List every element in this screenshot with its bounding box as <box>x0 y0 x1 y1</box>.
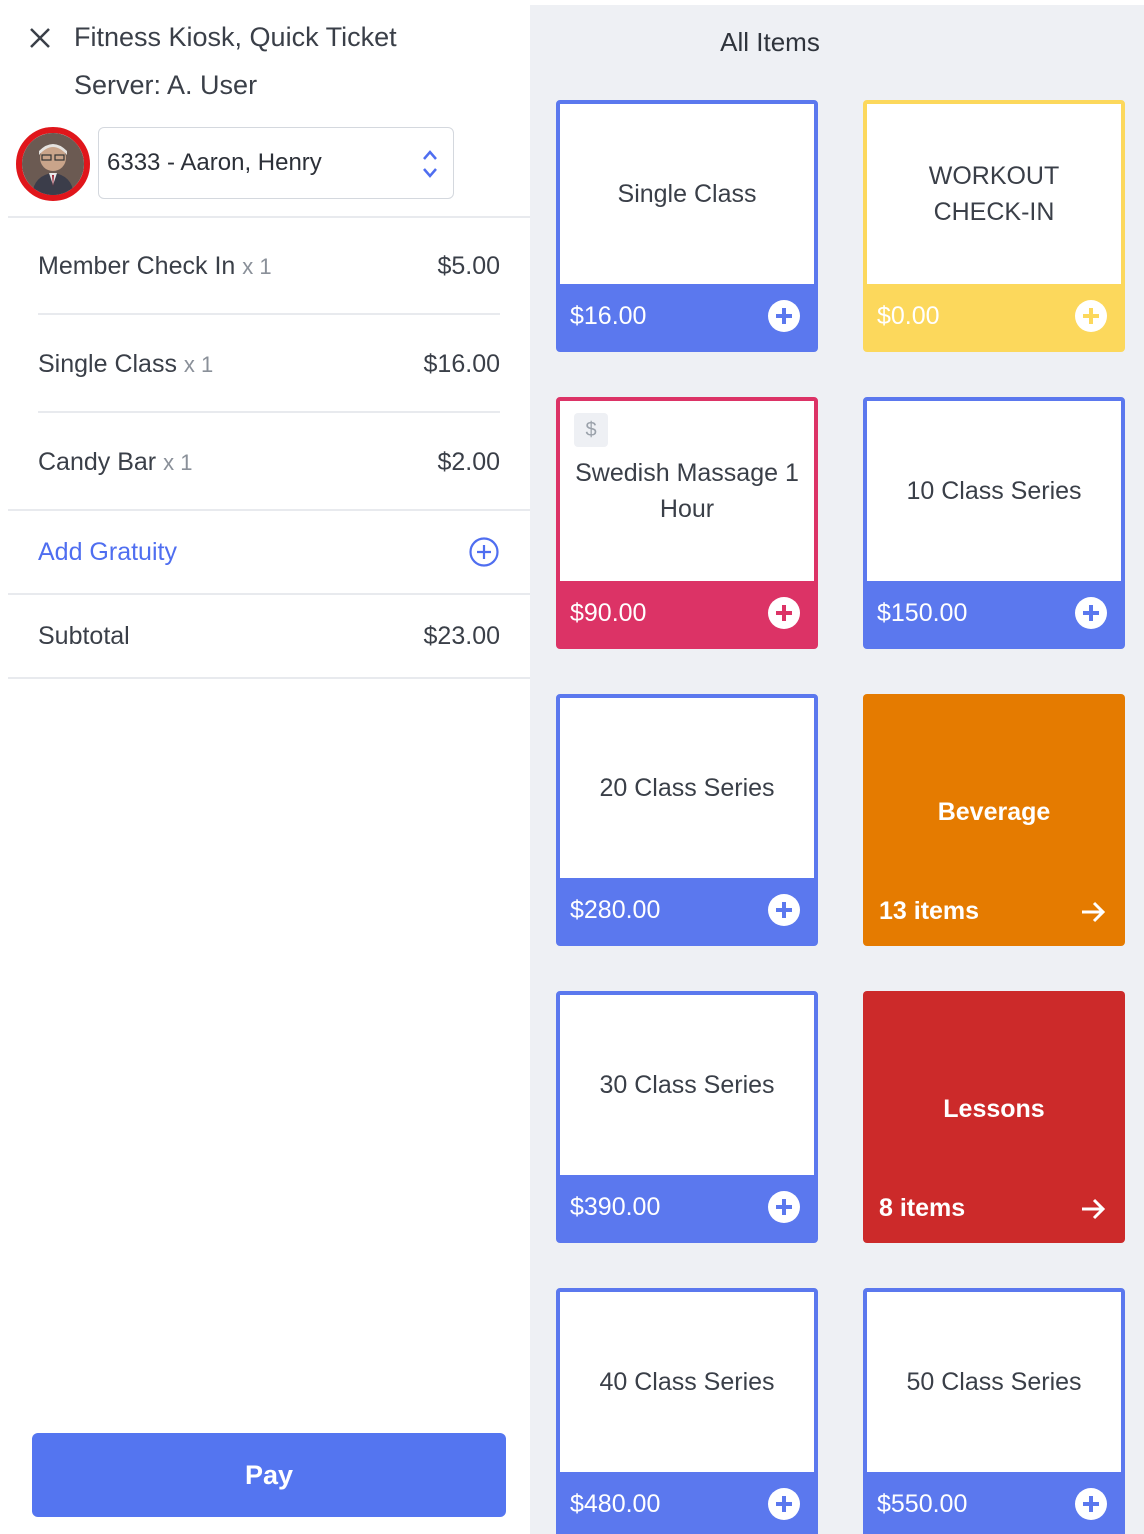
ticket-line-item[interactable]: Candy Bar x 1 $2.00 <box>38 442 500 482</box>
item-price-bar: $480.00 <box>560 1472 814 1534</box>
line-item-price: $5.00 <box>437 251 500 280</box>
pay-button[interactable]: Pay <box>32 1433 506 1517</box>
ticket-panel: Fitness Kiosk, Quick Ticket Server: A. U… <box>0 0 530 1534</box>
server-label: Server: A. User <box>74 70 258 100</box>
item-name: 10 Class Series <box>906 477 1082 505</box>
arrow-right-icon <box>1082 901 1106 923</box>
up-down-chevron-icon <box>423 150 437 178</box>
member-select-value: 6333 - Aaron, Henry <box>107 149 322 176</box>
arrow-right-icon <box>1082 1198 1106 1220</box>
line-item-qty: x 1 <box>242 253 272 279</box>
add-plus-icon[interactable] <box>768 1191 800 1223</box>
item-tile[interactable]: 50 Class Series $550.00 <box>863 1288 1125 1534</box>
item-price: $550.00 <box>877 1489 968 1518</box>
item-price: $150.00 <box>877 598 968 627</box>
add-gratuity-button[interactable]: Add Gratuity <box>38 532 500 572</box>
add-gratuity-label: Add Gratuity <box>38 537 177 566</box>
category-count: 13 items <box>879 897 980 925</box>
category-tile[interactable]: Beverage 13 items <box>863 694 1125 946</box>
subtotal-label: Subtotal <box>38 621 130 650</box>
catalog-panel: All Items Single Class $16.00 WORKOUT CHEC… <box>530 5 1144 1534</box>
item-price: $280.00 <box>570 895 661 924</box>
add-plus-icon[interactable] <box>768 894 800 926</box>
item-tile[interactable]: Single Class $16.00 <box>556 100 818 352</box>
ticket-title: Fitness Kiosk, Quick Ticket <box>74 22 397 52</box>
line-item-price: $2.00 <box>437 447 500 476</box>
line-item-price: $16.00 <box>423 349 500 378</box>
item-name: WORKOUT CHECK-IN <box>928 162 1060 226</box>
catalog-heading: All Items <box>720 27 820 57</box>
divider <box>8 677 530 679</box>
item-name: 40 Class Series <box>599 1368 775 1396</box>
add-plus-icon[interactable] <box>768 300 800 332</box>
line-item-name: Member Check In <box>38 251 236 280</box>
item-price: $16.00 <box>570 301 647 330</box>
item-name: Swedish Massage 1 Hour <box>575 459 799 523</box>
item-price-bar: $150.00 <box>867 581 1121 645</box>
add-plus-icon[interactable] <box>1075 1488 1107 1520</box>
ticket-line-item[interactable]: Single Class x 1 $16.00 <box>38 344 500 384</box>
add-plus-icon[interactable] <box>1075 300 1107 332</box>
item-price-bar: $550.00 <box>867 1472 1121 1534</box>
line-item-name-group: Candy Bar x 1 <box>38 448 192 477</box>
line-item-qty: x 1 <box>163 449 193 475</box>
category-tile[interactable]: Lessons 8 items <box>863 991 1125 1243</box>
line-item-name: Candy Bar <box>38 447 157 476</box>
line-item-name-group: Single Class x 1 <box>38 350 213 379</box>
line-item-qty: x 1 <box>183 351 214 377</box>
line-item-name-group: Member Check In x 1 <box>38 252 272 281</box>
category-name: Lessons <box>943 1095 1045 1123</box>
item-price-bar: $16.00 <box>560 284 814 348</box>
item-name: 20 Class Series <box>599 774 775 802</box>
member-select[interactable]: 6333 - Aaron, Henry <box>98 127 454 199</box>
category-name: Beverage <box>937 798 1051 826</box>
add-plus-icon[interactable] <box>1075 597 1107 629</box>
item-price: $480.00 <box>570 1489 661 1518</box>
item-name: 30 Class Series <box>599 1071 775 1099</box>
divider <box>8 509 530 511</box>
item-price-bar: $280.00 <box>560 878 814 942</box>
member-photo-icon <box>22 133 84 195</box>
item-price: $0.00 <box>877 301 940 330</box>
divider <box>8 593 530 595</box>
item-name: Single Class <box>617 180 757 208</box>
item-tile[interactable]: 20 Class Series $280.00 <box>556 694 818 946</box>
item-price-bar: $390.00 <box>560 1175 814 1239</box>
item-price: $390.00 <box>570 1192 661 1221</box>
item-price: $90.00 <box>570 598 647 627</box>
item-tile[interactable]: 10 Class Series $150.00 <box>863 397 1125 649</box>
item-price-bar: $90.00 <box>560 581 814 645</box>
add-plus-icon[interactable] <box>768 597 800 629</box>
line-separator <box>38 313 500 315</box>
plus-circle-icon <box>469 537 499 567</box>
item-tile[interactable]: 30 Class Series $390.00 <box>556 991 818 1243</box>
line-item-name: Single Class <box>38 349 177 378</box>
item-tile[interactable]: $ Swedish Massage 1 Hour $90.00 <box>556 397 818 649</box>
add-plus-icon[interactable] <box>768 1488 800 1520</box>
subtotal-row: Subtotal $23.00 <box>38 616 500 656</box>
item-tile[interactable]: WORKOUT CHECK-IN $0.00 <box>863 100 1125 352</box>
category-count: 8 items <box>879 1194 966 1222</box>
close-button[interactable] <box>24 22 56 54</box>
ticket-line-item[interactable]: Member Check In x 1 $5.00 <box>38 246 500 286</box>
item-price-bar: $0.00 <box>867 284 1121 348</box>
subtotal-value: $23.00 <box>423 621 500 650</box>
item-tile[interactable]: 40 Class Series $480.00 <box>556 1288 818 1534</box>
divider <box>8 216 530 218</box>
close-icon <box>30 28 50 48</box>
item-name: 50 Class Series <box>906 1368 1082 1396</box>
line-separator <box>38 411 500 413</box>
member-avatar[interactable] <box>16 127 90 201</box>
